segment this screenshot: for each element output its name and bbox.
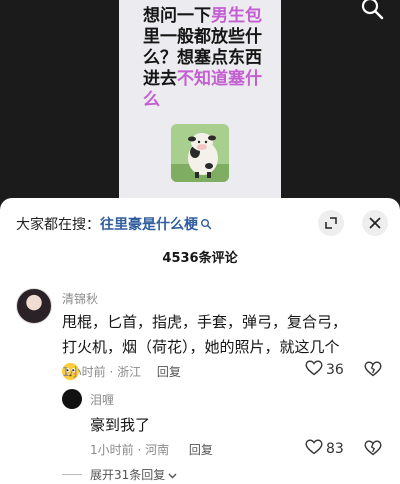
reply-text: 豪到我了 [90, 416, 151, 434]
comment-username[interactable]: 清锦秋 [62, 290, 98, 307]
like-button[interactable]: 36 [305, 360, 344, 380]
heart-icon [305, 439, 326, 459]
dislike-button[interactable] [364, 361, 382, 381]
video-player[interactable]: 想问一下男生包里一般都放些什么？想塞点东西进去不知道塞什么 [0, 0, 400, 206]
comment-sheet: 大家都在搜： 往里豪是什么梗 4536条评论 清锦秋 甩棍，匕首，指虎，手套，弹… [0, 198, 400, 484]
expand-replies-label: 展开31条回复 [90, 468, 166, 482]
close-button[interactable] [362, 210, 388, 236]
chevron-down-icon [168, 468, 177, 482]
close-icon [369, 214, 381, 233]
comment-body: 甩棍，匕首，指虎，手套，弹弓，复合弓，打火机，烟（荷花），她的照片，就这几个 [62, 313, 348, 356]
expand-replies-button[interactable]: 展开31条回复 [62, 466, 177, 483]
search-icon [200, 218, 212, 230]
comment-time-location: 1小时前 · 浙江 [62, 365, 142, 379]
reply-dislike-button[interactable] [364, 440, 382, 460]
reply-button[interactable]: 回复 [189, 443, 213, 457]
reply-username[interactable]: 泪喱 [90, 391, 114, 408]
caption-part-highlight: 男生包 [211, 6, 262, 26]
reply-time-location: 1小时前 · 河南 [90, 443, 170, 457]
like-count: 36 [326, 362, 344, 378]
broken-heart-icon [364, 440, 382, 460]
search-icon[interactable] [360, 0, 386, 22]
trending-prefix: 大家都在搜： [16, 217, 100, 233]
app-root: 想问一下男生包里一般都放些什么？想塞点东西进去不知道塞什么 大家都在搜： 往里豪… [0, 0, 400, 484]
comment-meta: 1小时前 · 浙江 回复 [62, 363, 181, 380]
fullscreen-icon [325, 214, 337, 233]
video-frame: 想问一下男生包里一般都放些什么？想塞点东西进去不知道塞什么 [119, 0, 281, 206]
divider-line [62, 474, 82, 475]
heart-icon [305, 360, 326, 380]
fullscreen-button[interactable] [318, 210, 344, 236]
avatar[interactable] [16, 288, 52, 324]
trending-link[interactable]: 往里豪是什么梗 [100, 214, 198, 234]
reply-avatar[interactable] [62, 389, 82, 409]
trending-search[interactable]: 大家都在搜： 往里豪是什么梗 [16, 212, 212, 236]
reply-meta: 1小时前 · 河南 回复 [90, 441, 213, 458]
like-count: 83 [326, 441, 344, 457]
video-caption: 想问一下男生包里一般都放些什么？想塞点东西进去不知道塞什么 [143, 6, 273, 111]
comment-count: 4536条评论 [162, 251, 238, 266]
broken-heart-icon [364, 361, 382, 381]
caption-part: 想问一下 [143, 6, 211, 26]
cow-mascot-image [171, 124, 229, 182]
reply-like-button[interactable]: 83 [305, 439, 344, 459]
reply-button[interactable]: 回复 [157, 365, 181, 379]
